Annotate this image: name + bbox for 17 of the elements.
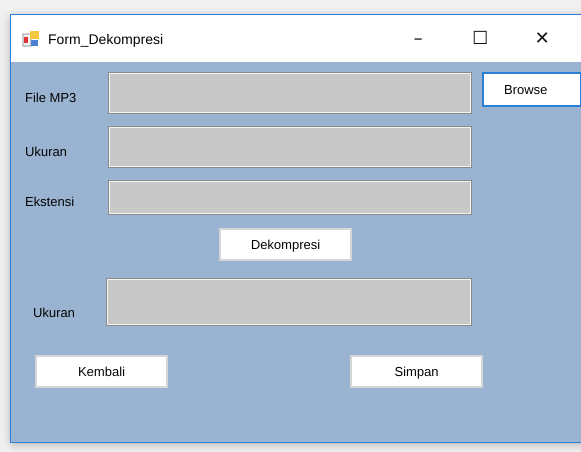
field-label: File MP3 — [24, 88, 78, 104]
browse-button[interactable]: Browse — [482, 72, 581, 107]
text-field[interactable] — [108, 180, 472, 215]
form-icon — [22, 30, 40, 48]
save-button[interactable]: Simpan — [350, 355, 483, 388]
decompress-button[interactable]: Dekompresi — [219, 228, 352, 261]
window-title: Form_Dekompresi — [48, 30, 164, 46]
field-label: Ukuran — [24, 142, 68, 158]
minimize-button[interactable]: – — [395, 15, 442, 62]
back-button[interactable]: Kembali — [35, 355, 168, 388]
text-field[interactable] — [108, 72, 472, 114]
field-label: Ekstensi — [24, 193, 76, 209]
maximize-button[interactable]: ☐ — [457, 15, 504, 62]
text-field[interactable] — [108, 126, 472, 168]
field-label: Ukuran — [32, 304, 76, 320]
close-button[interactable]: ✕ — [519, 15, 566, 62]
text-field[interactable] — [106, 278, 472, 326]
